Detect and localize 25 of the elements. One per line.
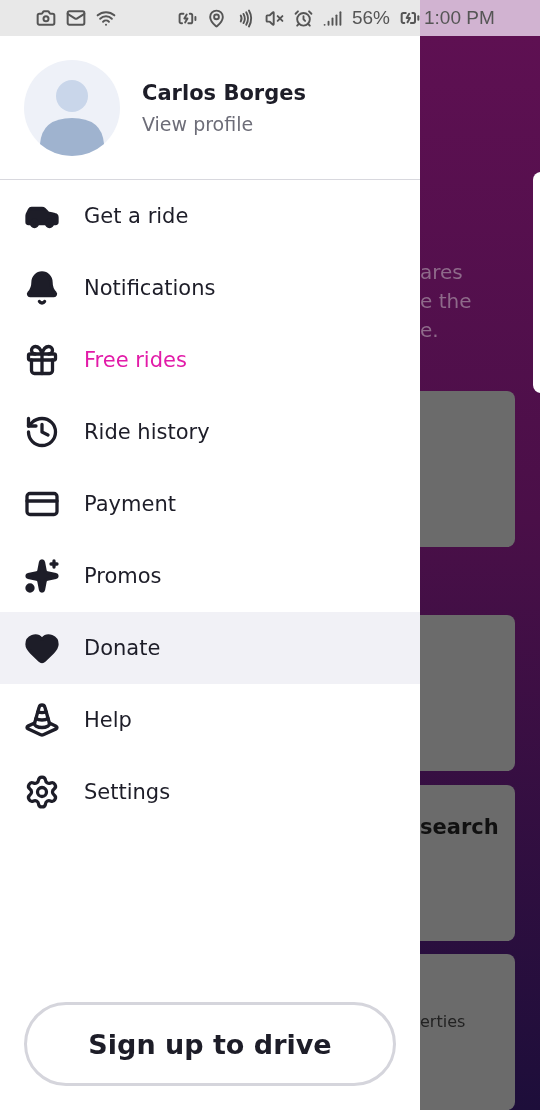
menu-item[interactable]: Donate [0, 612, 420, 684]
gift-icon [24, 342, 60, 378]
settings-icon [24, 774, 60, 810]
caption-text: e the [420, 288, 473, 315]
signal-icon [322, 8, 342, 28]
avatar-icon[interactable] [24, 59, 120, 156]
caption-text: ares [420, 259, 464, 286]
card-subtitle: erties [420, 1012, 467, 1031]
alarm-icon [293, 8, 313, 28]
clock-time: 1:00 PM [424, 7, 495, 29]
mute-icon [264, 8, 284, 28]
cone-icon [24, 702, 60, 738]
user-name: Carlos Borges [142, 80, 306, 105]
mail-icon [66, 8, 86, 28]
card-title: search [420, 815, 500, 839]
bell-icon [24, 270, 60, 306]
wifi-icon [96, 8, 116, 28]
battery-percent: 56% [351, 7, 390, 29]
view-profile-link[interactable]: View profile [142, 112, 306, 135]
sign-up-to-drive-button[interactable]: Sign up to drive [24, 1002, 396, 1086]
history-icon [24, 414, 60, 450]
sparkles-icon [24, 558, 60, 594]
camera-icon [36, 8, 56, 28]
caption-text: e. [420, 317, 440, 344]
location-icon [206, 8, 226, 28]
